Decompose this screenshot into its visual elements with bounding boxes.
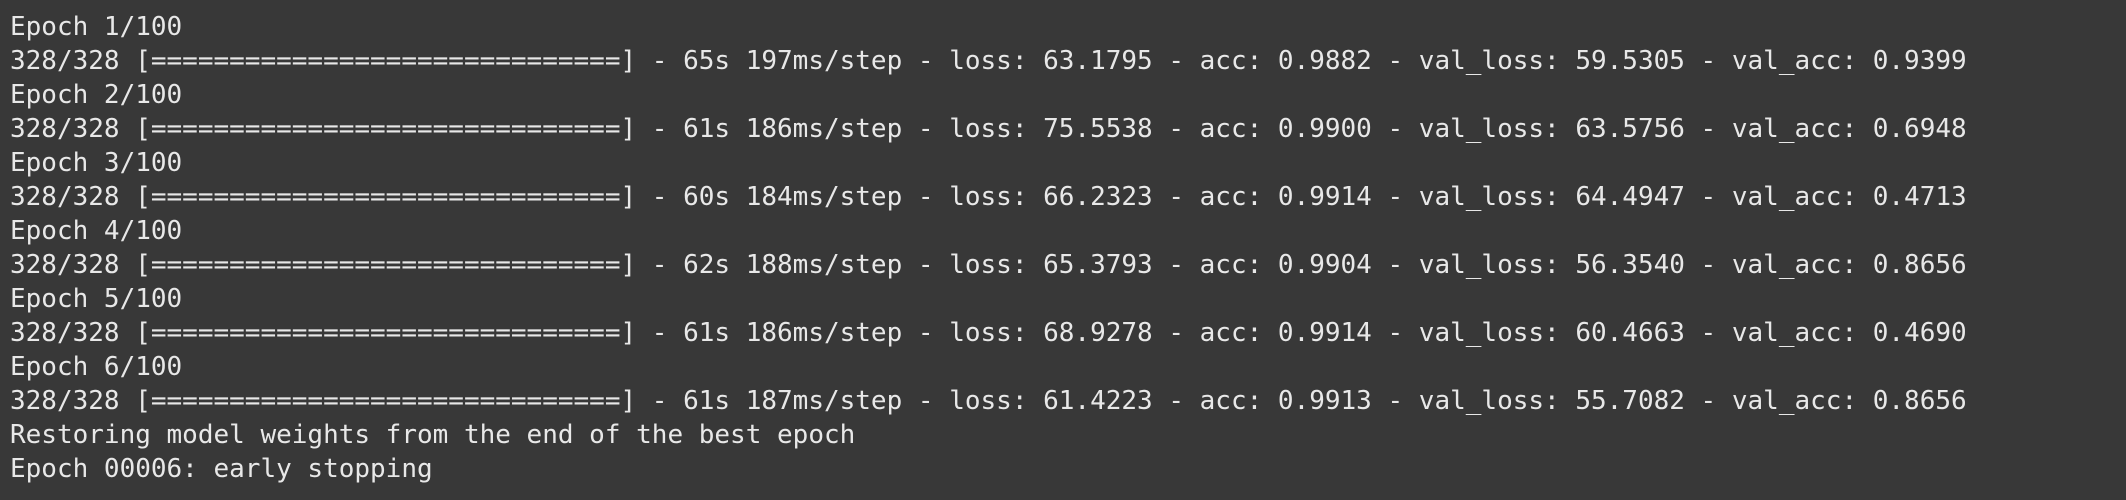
epoch-progress-line: 328/328 [==============================]… [10,182,1967,212]
epoch-progress-line: 328/328 [==============================]… [10,46,1967,76]
epoch-header: Epoch 4/100 [10,216,183,246]
epoch-header: Epoch 6/100 [10,352,183,382]
epoch-progress-line: 328/328 [==============================]… [10,318,1967,348]
early-stopping-message: Epoch 00006: early stopping [10,454,433,484]
epoch-header: Epoch 2/100 [10,80,183,110]
training-output-console: Epoch 1/100 328/328 [===================… [0,0,2126,500]
epoch-progress-line: 328/328 [==============================]… [10,250,1967,280]
restore-weights-message: Restoring model weights from the end of … [10,420,856,450]
epoch-progress-line: 328/328 [==============================]… [10,114,1967,144]
epoch-progress-line: 328/328 [==============================]… [10,386,1967,416]
epoch-header: Epoch 3/100 [10,148,183,178]
epoch-header: Epoch 5/100 [10,284,183,314]
epoch-header: Epoch 1/100 [10,12,183,42]
